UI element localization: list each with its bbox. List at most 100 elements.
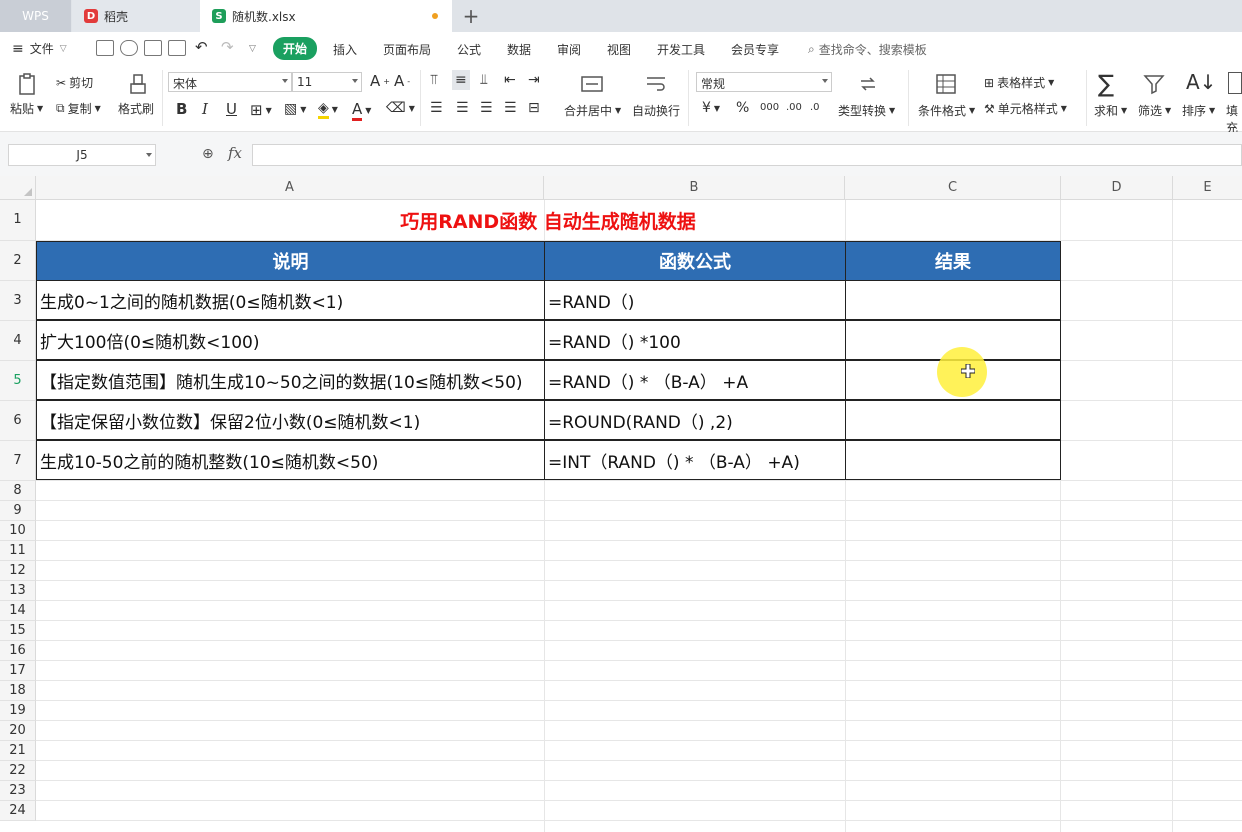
cell-a5[interactable]: 【指定数值范围】随机生成10~50之间的数据(10≤随机数<50): [36, 360, 545, 400]
header-formula[interactable]: 函数公式: [544, 241, 846, 281]
increase-indent-icon[interactable]: ⇥: [528, 72, 540, 88]
row-header[interactable]: 14: [0, 601, 36, 621]
cell-a6[interactable]: 【指定保留小数位数】保留2位小数(0≤随机数<1): [36, 400, 545, 440]
align-top-icon[interactable]: ⫪: [430, 72, 438, 88]
sum-icon[interactable]: ∑: [1098, 70, 1114, 98]
align-bottom-icon[interactable]: ⫫: [480, 72, 488, 88]
row-header[interactable]: 17: [0, 661, 36, 681]
filter-button[interactable]: 筛选 ▼: [1138, 102, 1171, 119]
tab-file[interactable]: S 随机数.xlsx: [200, 0, 452, 32]
justify-icon[interactable]: ☰: [504, 100, 517, 116]
distributed-icon[interactable]: ⊟: [528, 100, 540, 116]
copy-button[interactable]: ⧉ 复制 ▼: [56, 100, 101, 117]
select-all-corner[interactable]: [0, 176, 36, 200]
menu-insert[interactable]: 插入: [333, 41, 357, 58]
row-header[interactable]: 1: [0, 200, 36, 241]
type-convert-icon[interactable]: [856, 72, 880, 96]
row-header[interactable]: 20: [0, 721, 36, 741]
wrap-text-button[interactable]: 自动换行: [632, 102, 680, 119]
cell-c3[interactable]: [845, 280, 1061, 320]
row-header[interactable]: 16: [0, 641, 36, 661]
cell-c7[interactable]: [845, 440, 1061, 480]
underline-button[interactable]: U: [226, 100, 237, 118]
new-tab-button[interactable]: +: [458, 3, 484, 29]
type-convert-button[interactable]: 类型转换 ▼: [838, 102, 895, 119]
menu-view[interactable]: 视图: [607, 41, 631, 58]
row-header[interactable]: 8: [0, 481, 36, 501]
number-format-select[interactable]: 常规: [696, 72, 832, 92]
percent-icon[interactable]: %: [736, 100, 749, 116]
align-left-icon[interactable]: ☰: [430, 100, 443, 116]
export-icon[interactable]: [120, 40, 138, 56]
currency-icon[interactable]: ¥ ▼: [702, 100, 720, 116]
redo-icon[interactable]: ↷: [221, 38, 234, 56]
name-box[interactable]: J5: [8, 144, 156, 166]
cell-style-button[interactable]: ⚒ 单元格样式 ▼: [984, 100, 1067, 117]
file-menu[interactable]: ≡ 文件 ▽: [12, 40, 67, 57]
formula-input[interactable]: [252, 144, 1242, 166]
sort-icon[interactable]: A↓: [1186, 70, 1216, 94]
column-header-d[interactable]: D: [1061, 176, 1173, 200]
cell-b5[interactable]: =RAND（) * （B-A） +A: [544, 360, 846, 400]
menu-member[interactable]: 会员专享: [731, 41, 779, 58]
italic-button[interactable]: I: [202, 100, 208, 118]
row-header[interactable]: 6: [0, 401, 36, 441]
align-middle-icon[interactable]: ≡: [452, 70, 470, 90]
cell-b6[interactable]: =ROUND(RAND（) ,2): [544, 400, 846, 440]
increase-font-icon[interactable]: A +: [370, 72, 390, 90]
cell-b4[interactable]: =RAND（) *100: [544, 320, 846, 360]
row-header[interactable]: 22: [0, 761, 36, 781]
menu-data[interactable]: 数据: [507, 41, 531, 58]
paste-icon[interactable]: [16, 72, 40, 96]
menu-home[interactable]: 开始: [273, 37, 318, 60]
cell-a7[interactable]: 生成10-50之前的随机整数(10≤随机数<50): [36, 440, 545, 480]
save-icon[interactable]: [96, 40, 114, 56]
cell-b7[interactable]: =INT（RAND（) * （B-A） +A): [544, 440, 846, 480]
header-result[interactable]: 结果: [845, 241, 1061, 281]
paste-button[interactable]: 粘贴 ▼: [10, 100, 43, 117]
font-color-icon[interactable]: A ▼: [352, 100, 371, 121]
row-header[interactable]: 12: [0, 561, 36, 581]
row-header[interactable]: 13: [0, 581, 36, 601]
zoom-formula-icon[interactable]: ⊕: [202, 146, 214, 162]
column-header-b[interactable]: B: [544, 176, 845, 200]
thousands-icon[interactable]: 000: [760, 102, 779, 113]
format-painter-icon[interactable]: [126, 72, 150, 96]
row-header[interactable]: 2: [0, 241, 36, 281]
format-painter-button[interactable]: 格式刷: [118, 100, 154, 117]
row-header[interactable]: 19: [0, 701, 36, 721]
insert-function-icon[interactable]: fx: [228, 144, 242, 162]
tab-daoke[interactable]: D 稻壳: [72, 0, 200, 32]
undo-icon[interactable]: ↶: [195, 38, 208, 56]
row-header[interactable]: 21: [0, 741, 36, 761]
decrease-decimal-icon[interactable]: .0: [810, 102, 820, 113]
row-header[interactable]: 4: [0, 321, 36, 361]
print-preview-icon[interactable]: [168, 40, 186, 56]
cell-fill-pattern-icon[interactable]: ▧ ▼: [284, 101, 306, 117]
tab-wps[interactable]: WPS: [0, 0, 71, 32]
menu-review[interactable]: 审阅: [557, 41, 581, 58]
column-header-e[interactable]: E: [1173, 176, 1242, 200]
cell-b3[interactable]: =RAND（): [544, 280, 846, 320]
row-header[interactable]: 11: [0, 541, 36, 561]
cell-a4[interactable]: 扩大100倍(0≤随机数<100): [36, 320, 545, 360]
column-header-c[interactable]: C: [845, 176, 1061, 200]
fill-color-icon[interactable]: ◈ ▼: [318, 100, 338, 119]
fill-button[interactable]: 填充: [1226, 102, 1242, 136]
row-header[interactable]: 15: [0, 621, 36, 641]
font-size-select[interactable]: 11: [292, 72, 362, 92]
conditional-format-icon[interactable]: [934, 72, 958, 96]
merge-center-button[interactable]: 合并居中 ▼: [564, 102, 621, 119]
filter-icon[interactable]: [1142, 72, 1166, 96]
row-header[interactable]: 24: [0, 801, 36, 821]
sort-button[interactable]: 排序 ▼: [1182, 102, 1215, 119]
row-header[interactable]: 18: [0, 681, 36, 701]
menu-page-layout[interactable]: 页面布局: [383, 41, 431, 58]
menu-formulas[interactable]: 公式: [457, 41, 481, 58]
quick-access-more-icon[interactable]: ▽: [249, 44, 256, 54]
menu-developer[interactable]: 开发工具: [657, 41, 705, 58]
decrease-font-icon[interactable]: A-: [394, 72, 410, 90]
print-icon[interactable]: [144, 40, 162, 56]
row-header[interactable]: 7: [0, 441, 36, 481]
sum-button[interactable]: 求和 ▼: [1094, 102, 1127, 119]
